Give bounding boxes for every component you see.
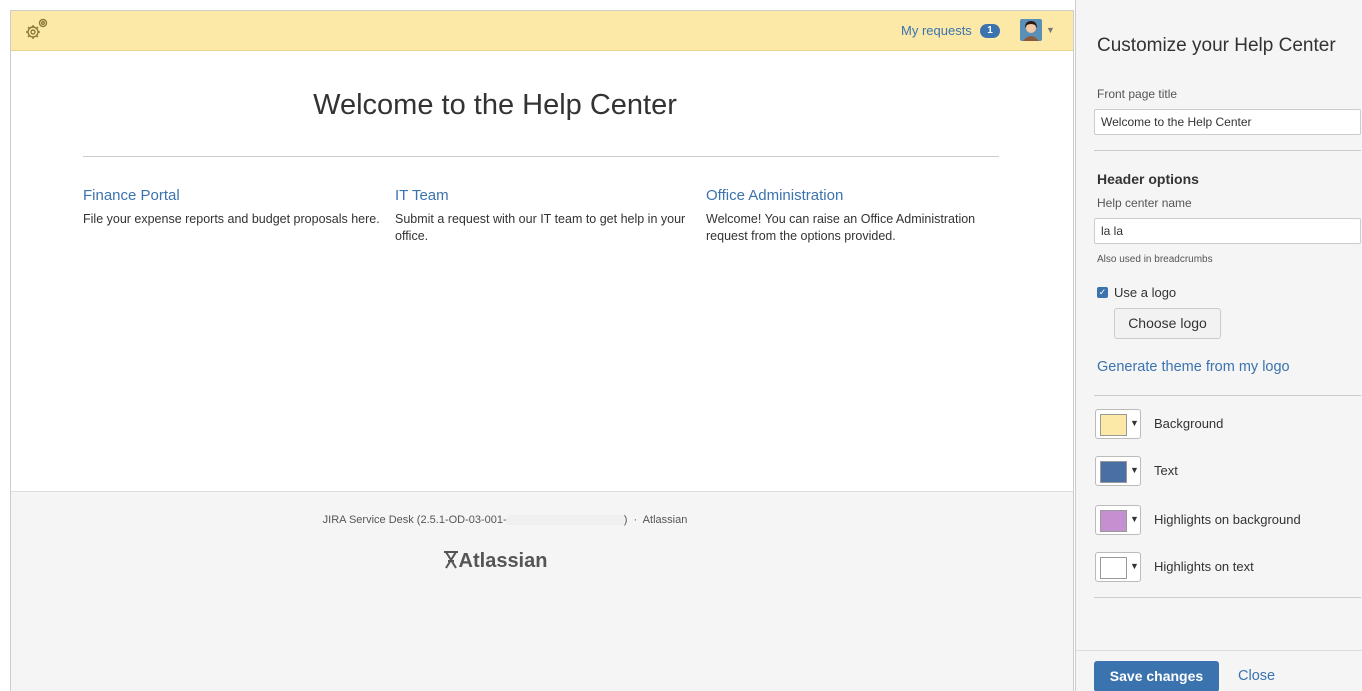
- color-row-highlights-background: ▼ Highlights on background: [1095, 505, 1355, 535]
- divider: [1094, 395, 1361, 396]
- atlassian-logo-text: Atlassian: [458, 550, 548, 572]
- color-picker-highlights-text[interactable]: ▼: [1095, 552, 1141, 582]
- color-label: Highlights on text: [1154, 559, 1254, 574]
- color-picker-text[interactable]: ▼: [1095, 456, 1141, 486]
- color-row-text: ▼ Text: [1095, 456, 1355, 486]
- page-title: Welcome to the Help Center: [313, 89, 677, 121]
- color-swatch: [1100, 461, 1127, 483]
- help-center-preview: My requests 1 ▼ Welcome to the Help Cent…: [10, 10, 1074, 691]
- portal-description: Welcome! You can raise an Office Adminis…: [706, 212, 976, 243]
- color-swatch: [1100, 414, 1127, 436]
- color-label: Text: [1154, 463, 1178, 478]
- footer-version-line: JIRA Service Desk (2.5.1-OD-03-001-) · A…: [11, 514, 999, 526]
- color-swatch: [1100, 557, 1127, 579]
- help-center-header: My requests 1 ▼: [11, 11, 1073, 51]
- footer: JIRA Service Desk (2.5.1-OD-03-001-) · A…: [11, 491, 1073, 691]
- use-logo-label[interactable]: Use a logo: [1114, 285, 1176, 300]
- customize-panel: Customize your Help Center Front page ti…: [1075, 0, 1362, 691]
- color-picker-highlights-background[interactable]: ▼: [1095, 505, 1141, 535]
- portal-card: Finance Portal File your expense reports…: [83, 187, 383, 228]
- atlassian-link[interactable]: Atlassian: [643, 514, 688, 526]
- portal-card: IT Team Submit a request with our IT tea…: [395, 187, 695, 245]
- my-requests-count-badge: 1: [980, 24, 1000, 38]
- caret-down-icon: ▼: [1130, 465, 1139, 475]
- gears-logo-icon[interactable]: [22, 15, 52, 45]
- choose-logo-button[interactable]: Choose logo: [1114, 308, 1221, 339]
- chevron-down-icon[interactable]: ▼: [1046, 25, 1055, 35]
- panel-title: Customize your Help Center: [1097, 35, 1336, 56]
- save-changes-button[interactable]: Save changes: [1094, 661, 1219, 691]
- portal-card: Office Administration Welcome! You can r…: [706, 187, 1006, 245]
- help-center-name-input[interactable]: [1094, 218, 1361, 244]
- generate-theme-link[interactable]: Generate theme from my logo: [1097, 359, 1290, 375]
- use-logo-checkbox[interactable]: ✓: [1097, 287, 1108, 298]
- footer-separator: ·: [633, 514, 638, 526]
- help-center-name-label: Help center name: [1097, 196, 1192, 210]
- divider: [1094, 597, 1361, 598]
- portal-description: Submit a request with our IT team to get…: [395, 212, 686, 243]
- redacted-block: [506, 515, 624, 526]
- front-page-title-input[interactable]: [1094, 109, 1361, 135]
- color-label: Background: [1154, 416, 1224, 431]
- atlassian-logo[interactable]: Atlassian: [11, 550, 979, 573]
- divider: [1094, 150, 1361, 151]
- caret-down-icon: ▼: [1130, 514, 1139, 524]
- portal-title-link[interactable]: Finance Portal: [83, 187, 383, 204]
- version-text: JIRA Service Desk (2.5.1-OD-03-001-: [322, 514, 507, 526]
- panel-actions: Save changes Close: [1076, 650, 1362, 691]
- front-page-title-label: Front page title: [1097, 87, 1178, 101]
- divider: [83, 156, 999, 157]
- portal-description: File your expense reports and budget pro…: [83, 212, 380, 226]
- color-row-background: ▼ Background: [1095, 409, 1355, 439]
- version-close: ): [623, 514, 628, 526]
- portal-title-link[interactable]: Office Administration: [706, 187, 1006, 204]
- page-root: My requests 1 ▼ Welcome to the Help Cent…: [0, 0, 1362, 691]
- header-options-heading: Header options: [1097, 171, 1199, 187]
- help-center-name-hint: Also used in breadcrumbs: [1097, 254, 1213, 265]
- portal-title-link[interactable]: IT Team: [395, 187, 695, 204]
- close-link[interactable]: Close: [1238, 668, 1275, 684]
- color-label: Highlights on background: [1154, 512, 1301, 527]
- color-picker-background[interactable]: ▼: [1095, 409, 1141, 439]
- caret-down-icon: ▼: [1130, 418, 1139, 428]
- color-swatch: [1100, 510, 1127, 532]
- atlassian-mark-icon: [443, 551, 458, 569]
- my-requests-link[interactable]: My requests: [901, 23, 972, 38]
- color-row-highlights-text: ▼ Highlights on text: [1095, 552, 1355, 582]
- user-avatar[interactable]: [1020, 19, 1042, 41]
- caret-down-icon: ▼: [1130, 561, 1139, 571]
